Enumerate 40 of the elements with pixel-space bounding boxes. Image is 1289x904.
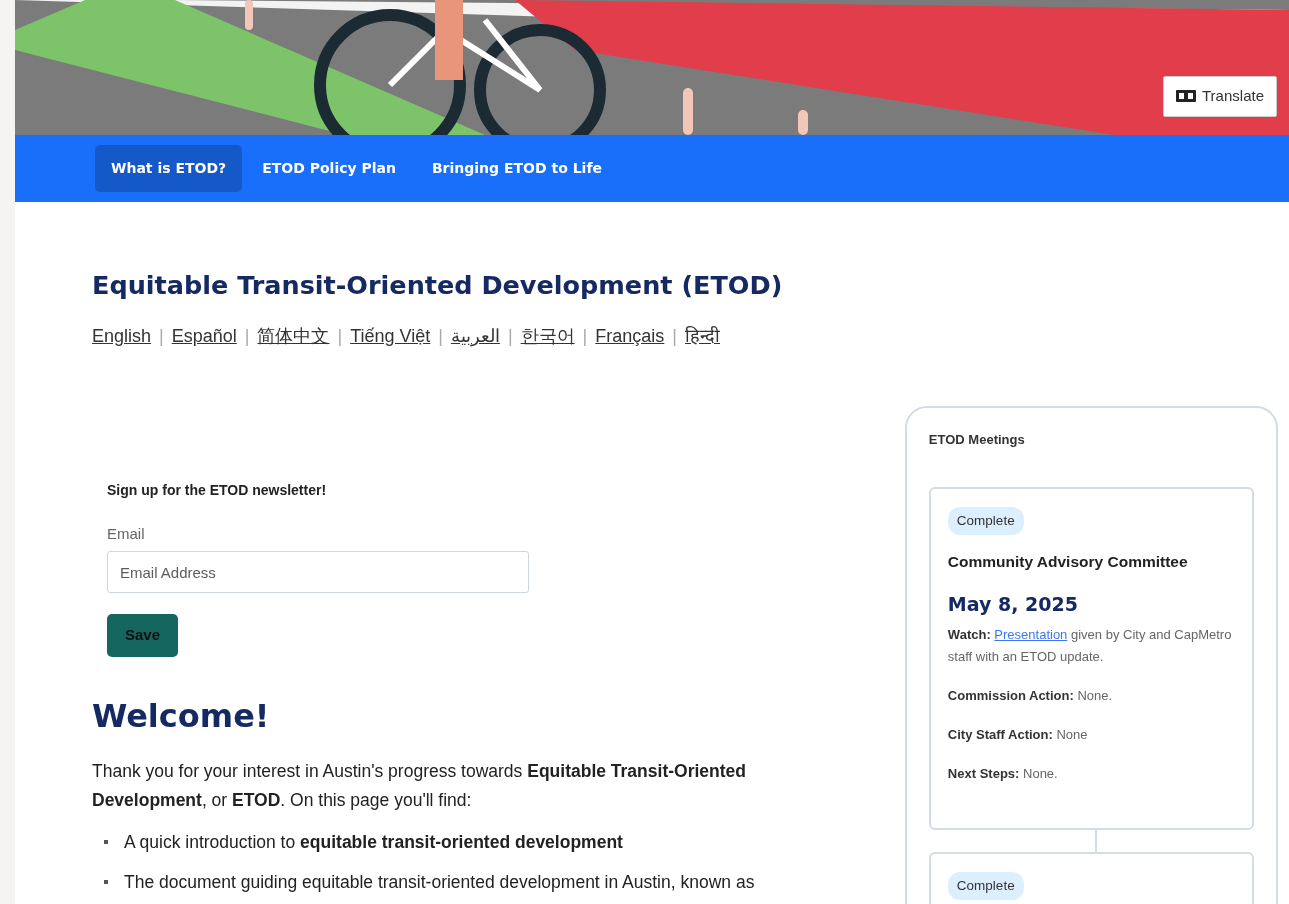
page-title: Equitable Transit-Oriented Development (ETOD) (92, 270, 784, 301)
newsletter-heading: Sign up for the ETOD newsletter! (107, 480, 328, 500)
language-link[interactable]: Français (595, 322, 665, 350)
separator: | (159, 324, 164, 348)
translate-icon (1176, 90, 1196, 103)
email-label: Email (107, 523, 146, 544)
list-item: A quick introduction to equitable transit-oriented development (124, 831, 623, 854)
language-link[interactable]: 简体中文 (257, 322, 330, 350)
nav-tab[interactable]: ETOD Policy Plan (246, 145, 412, 192)
nav-tab[interactable]: What is ETOD? (95, 145, 243, 192)
separator: | (244, 324, 250, 348)
language-link[interactable]: العربية (450, 322, 500, 350)
intro-paragraph: Thank you for your interest in Austin's progress towards Equitable Transit-Oriented Development, or ETOD. On this page you'll find: (92, 760, 747, 812)
watch-note: Watch: Presentation given by City and CapMetro staff with an ETOD update. (947, 626, 1233, 667)
bullet-icon (104, 840, 108, 844)
bullet-icon (104, 880, 108, 885)
status-badge: Complete (947, 872, 1024, 901)
language-link[interactable]: Español (171, 322, 237, 350)
meeting-date: May 8, 2025 (947, 591, 1079, 617)
language-link[interactable]: Tiếng Việt (350, 322, 431, 350)
separator: | (337, 324, 343, 348)
separator: | (582, 324, 588, 348)
separator: | (507, 324, 513, 348)
language-link[interactable]: हिन्दी (685, 322, 720, 350)
separator: | (438, 324, 443, 348)
email-input[interactable]: Email Address (107, 551, 529, 594)
list-item: The document guiding equitable transit-oriented development in Austin, known as (124, 871, 755, 895)
presentation-link[interactable]: Presentation (994, 627, 1068, 643)
welcome-heading: Welcome! (92, 696, 271, 735)
action-note: City Staff Action: None (947, 726, 1089, 745)
committee-name: Community Advisory Committee (947, 552, 1189, 573)
action-note: Next Steps: None. (947, 765, 1059, 784)
action-note: Commission Action: None. (947, 687, 1114, 706)
translate-button[interactable]: Translate (1163, 76, 1277, 117)
language-link[interactable]: English (92, 322, 152, 350)
nav-tab[interactable]: Bringing ETOD to Life (415, 145, 618, 192)
language-link[interactable]: 한국어 (520, 322, 575, 350)
meetings-title: ETOD Meetings (928, 430, 1026, 449)
separator: | (672, 324, 677, 348)
status-badge: Complete (947, 507, 1024, 536)
